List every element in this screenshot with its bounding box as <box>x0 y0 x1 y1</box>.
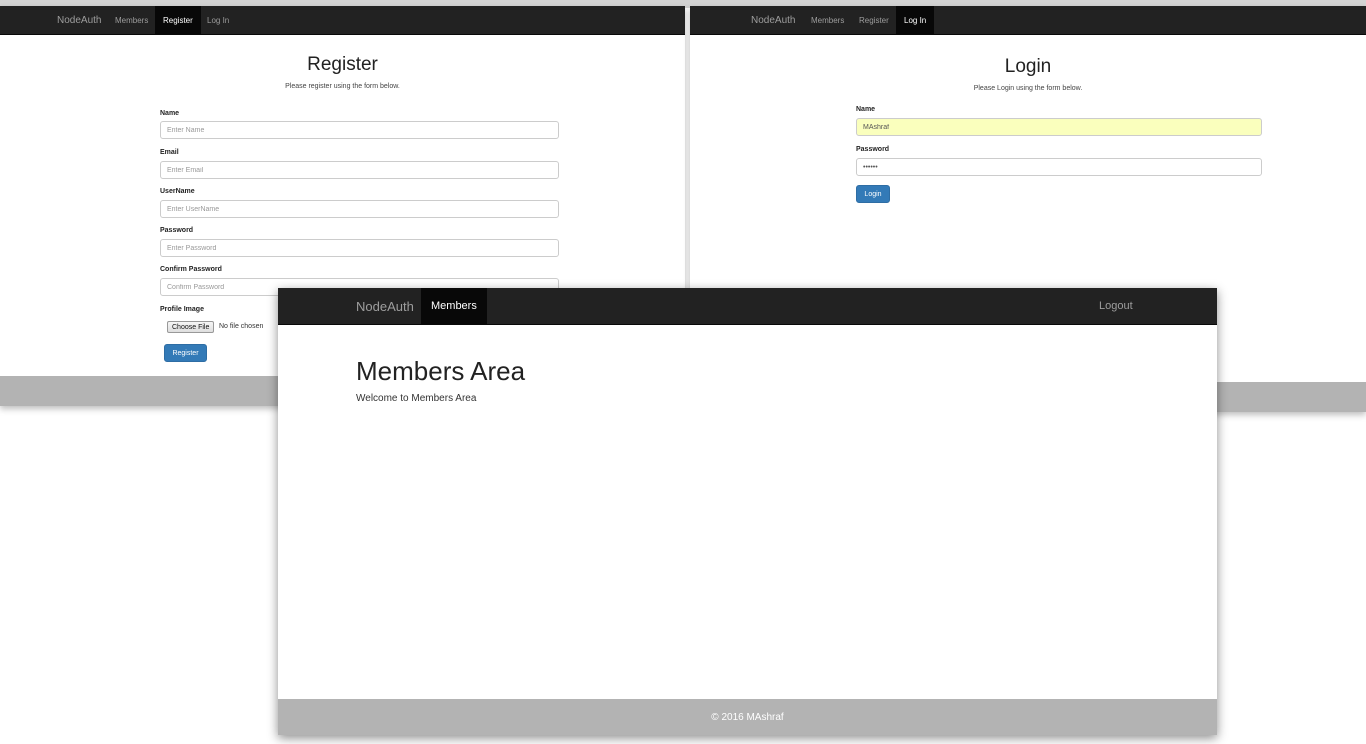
register-navbar: NodeAuth Members Register Log In <box>0 6 685 35</box>
page-title: Login <box>1004 56 1052 77</box>
name-input[interactable] <box>160 121 559 139</box>
login-navbar: NodeAuth Members Register Log In <box>690 6 1366 35</box>
username-input[interactable] <box>160 200 559 218</box>
page-subtitle: Please register using the form below. <box>285 83 400 90</box>
nav-item-register[interactable]: Register <box>155 6 201 34</box>
members-window: NodeAuth Members Logout Members Area Wel… <box>278 288 1217 735</box>
nav-item-members[interactable]: Members <box>421 288 487 324</box>
password-label: Password <box>856 146 890 153</box>
page-subtitle: Please Login using the form below. <box>973 85 1083 92</box>
nav-item-register[interactable]: Register <box>851 6 897 34</box>
nav-brand[interactable]: NodeAuth <box>751 6 795 34</box>
email-input[interactable] <box>160 161 559 179</box>
nav-item-login[interactable]: Log In <box>199 6 237 34</box>
password-label: Password <box>160 227 194 234</box>
members-navbar: NodeAuth Members Logout <box>278 288 1217 325</box>
name-input[interactable] <box>856 118 1262 136</box>
members-footer: © 2016 MAshraf <box>278 699 1217 735</box>
nav-brand[interactable]: NodeAuth <box>57 6 101 34</box>
nav-item-login[interactable]: Log In <box>896 6 935 34</box>
profile-image-label: Profile Image <box>160 306 204 313</box>
logout-link[interactable]: Logout <box>1089 288 1143 324</box>
choose-file-button[interactable]: Choose File <box>167 321 215 333</box>
email-label: Email <box>160 149 179 156</box>
username-label: UserName <box>160 188 195 195</box>
members-heading: Members Area <box>356 356 526 386</box>
page-title: Register <box>307 54 378 75</box>
password-input[interactable] <box>856 158 1262 176</box>
password-input[interactable] <box>160 239 559 257</box>
name-label: Name <box>856 106 876 113</box>
welcome-text: Welcome to Members Area <box>356 393 477 404</box>
confirm-password-label: Confirm Password <box>160 266 222 273</box>
nav-brand[interactable]: NodeAuth <box>356 288 414 324</box>
register-button[interactable]: Register <box>164 344 207 362</box>
no-file-text: No file chosen <box>219 323 264 330</box>
nav-item-members[interactable]: Members <box>803 6 852 34</box>
copyright-text: © 2016 MAshraf <box>711 711 784 723</box>
nav-item-members[interactable]: Members <box>107 6 156 34</box>
login-button[interactable]: Login <box>856 185 890 203</box>
name-label: Name <box>160 110 180 117</box>
